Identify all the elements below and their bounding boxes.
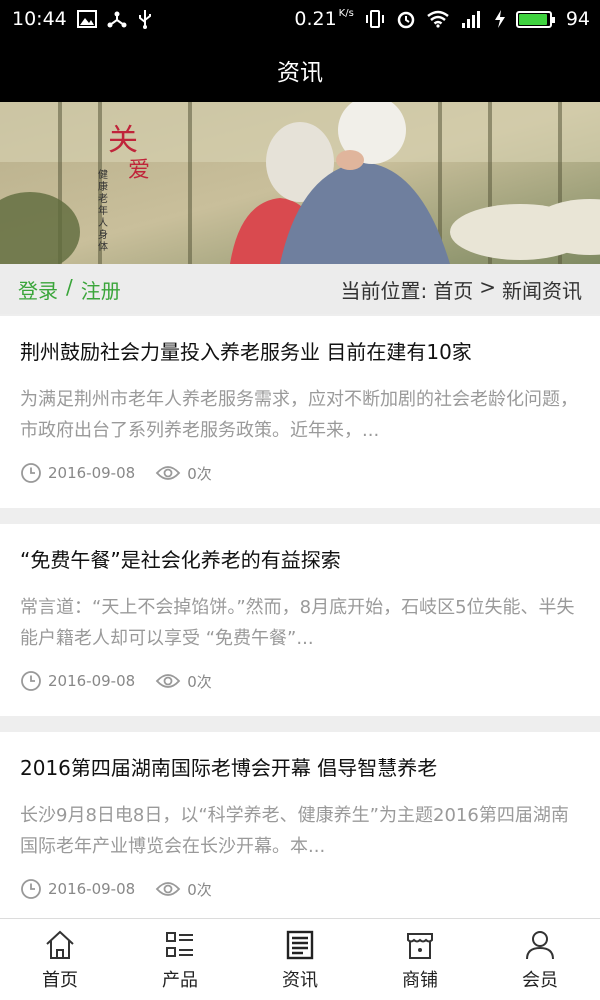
breadcrumb: 当前位置: 首页 > 新闻资讯 — [340, 275, 582, 304]
vibrate-icon — [364, 9, 386, 29]
register-link[interactable]: 注册 — [81, 275, 121, 304]
header: 资讯 — [0, 38, 600, 102]
news-views: 0次 — [187, 672, 212, 691]
battery-percent: 94 — [565, 8, 590, 30]
banner-small-text: 健康老年人身体 — [98, 170, 108, 253]
clock-icon — [21, 879, 41, 899]
news-summary: 常言道：“天上不会掉馅饼。”然而，8月底开始，石岐区5位失能、半失能户籍老人却可… — [20, 597, 575, 649]
tab-label: 产品 — [162, 969, 198, 991]
tab-member[interactable]: 会员 — [480, 919, 600, 1000]
bottom-tab-bar: 首页 产品 资讯 商铺 会员 — [0, 918, 600, 1000]
status-bar: 10:44 0.21 K/s 94 — [0, 0, 600, 38]
tab-store[interactable]: 商铺 — [360, 919, 480, 1000]
news-title[interactable]: 荆州鼓励社会力量投入养老服务业 目前在建有10家 — [20, 338, 580, 366]
eye-icon — [155, 674, 181, 688]
net-speed: 0.21 — [294, 8, 337, 30]
news-date: 2016-09-08 — [48, 880, 136, 898]
user-icon — [526, 930, 554, 959]
auth-separator: / — [66, 274, 73, 299]
news-meta: 2016-09-08 0次 — [20, 462, 580, 484]
banner-calligraphy: 关 爱 — [108, 126, 150, 186]
news-meta: 2016-09-08 0次 — [20, 878, 580, 900]
tab-label: 资讯 — [282, 969, 318, 991]
clock-icon — [21, 463, 41, 483]
news-meta: 2016-09-08 0次 — [20, 670, 580, 692]
list-icon — [166, 931, 193, 957]
news-date: 2016-09-08 — [48, 464, 136, 482]
news-views: 0次 — [187, 880, 212, 899]
news-date: 2016-09-08 — [48, 672, 136, 690]
store-icon — [407, 932, 433, 959]
news-icon — [286, 930, 314, 959]
page-title: 资讯 — [277, 60, 323, 86]
auth-links: 登录 / 注册 — [18, 275, 121, 304]
calligraphy-char-2: 爱 — [128, 158, 151, 183]
news-summary: 长沙9月8日电8日，以“科学养老、健康养生”为主题2016第四届湖南国际老年产业… — [20, 805, 569, 857]
net-unit: K/s — [338, 8, 354, 19]
breadcrumb-current: 新闻资讯 — [502, 278, 582, 303]
battery-fill — [518, 13, 547, 25]
news-item[interactable]: 荆州鼓励社会力量投入养老服务业 目前在建有10家 为满足荆州市老年人养老服务需求… — [0, 316, 600, 508]
news-views: 0次 — [187, 464, 212, 483]
image-icon — [76, 10, 97, 28]
clock-icon — [21, 671, 41, 691]
alarm-icon — [396, 9, 416, 29]
banner-illustration — [0, 102, 600, 264]
banner-image[interactable]: 关 爱 健康老年人身体 — [0, 102, 600, 264]
news-summary: 为满足荆州市老年人养老服务需求，应对不断加剧的社会老龄化问题，市政府出台了系列养… — [20, 389, 578, 441]
news-item[interactable]: 2016第四届湖南国际老博会开幕 倡导智慧养老 长沙9月8日电8日，以“科学养老… — [0, 732, 600, 924]
share-icon — [107, 10, 127, 28]
tab-products[interactable]: 产品 — [120, 919, 240, 1000]
wifi-icon — [426, 10, 450, 28]
status-time: 10:44 — [12, 8, 67, 30]
battery-icon — [515, 10, 555, 28]
news-item[interactable]: “免费午餐”是社会化养老的有益探索 常言道：“天上不会掉馅饼。”然而，8月底开始… — [0, 524, 600, 716]
tab-label: 会员 — [522, 969, 558, 991]
signal-icon — [460, 9, 484, 29]
breadcrumb-bar: 登录 / 注册 当前位置: 首页 > 新闻资讯 — [0, 264, 600, 314]
usb-icon — [137, 9, 153, 29]
calligraphy-char-1: 关 — [108, 123, 138, 158]
login-link[interactable]: 登录 — [18, 275, 58, 304]
eye-icon — [155, 466, 181, 480]
breadcrumb-home[interactable]: 首页 — [433, 275, 473, 304]
location-label: 当前位置: — [340, 278, 428, 303]
tab-home[interactable]: 首页 — [0, 919, 120, 1000]
news-list: 荆州鼓励社会力量投入养老服务业 目前在建有10家 为满足荆州市老年人养老服务需求… — [0, 316, 600, 940]
news-title[interactable]: “免费午餐”是社会化养老的有益探索 — [20, 546, 580, 574]
home-icon — [46, 930, 74, 959]
charging-icon — [494, 9, 506, 29]
tab-label: 商铺 — [402, 969, 438, 991]
news-title[interactable]: 2016第四届湖南国际老博会开幕 倡导智慧养老 — [20, 754, 580, 782]
eye-icon — [155, 882, 181, 896]
tab-news[interactable]: 资讯 — [240, 919, 360, 1000]
breadcrumb-arrow: > — [479, 274, 496, 299]
tab-label: 首页 — [42, 969, 78, 991]
